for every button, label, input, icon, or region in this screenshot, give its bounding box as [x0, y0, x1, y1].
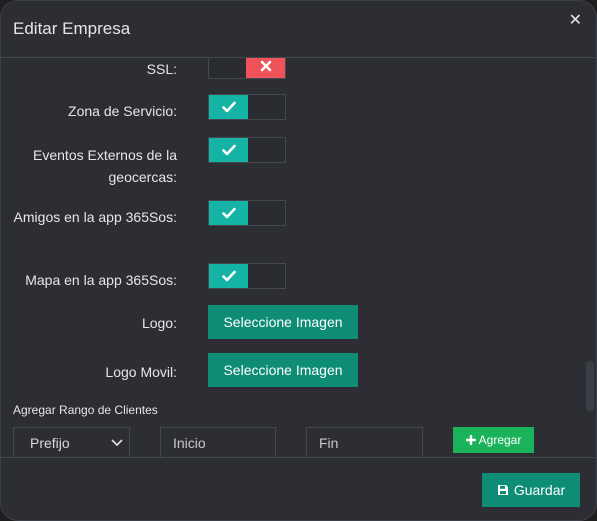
- modal-body: SSL: Zona de Servicio: Eventos Externos …: [1, 58, 584, 457]
- eventos-externos-toggle[interactable]: [208, 137, 286, 163]
- logo-label: Logo:: [141, 315, 177, 331]
- mapa-app-label: Mapa en la app 365Sos:: [25, 272, 177, 288]
- amigos-app-toggle[interactable]: [208, 200, 286, 226]
- select-logo-button[interactable]: Seleccione Imagen: [208, 305, 358, 339]
- modal-scrollbar[interactable]: [584, 58, 596, 457]
- prefijo-value: Prefijo: [30, 435, 70, 451]
- edit-company-modal: Editar Empresa ✕ SSL: Zona de Servicio: …: [0, 0, 597, 521]
- modal-footer: Guardar: [1, 457, 596, 520]
- ssl-toggle[interactable]: [208, 58, 286, 79]
- check-icon: [209, 138, 248, 162]
- add-range-label: Agregar: [478, 433, 522, 447]
- eventos-externos-label: Eventos Externos de la geocercas:: [33, 147, 177, 185]
- modal-header: Editar Empresa ✕: [1, 1, 596, 58]
- modal-title: Editar Empresa: [13, 19, 131, 38]
- add-range-button[interactable]: Agregar: [453, 427, 534, 453]
- ssl-label: SSL:: [146, 61, 177, 77]
- logo-movil-label: Logo Movil:: [105, 364, 177, 380]
- inicio-input[interactable]: Inicio: [160, 427, 276, 457]
- check-icon: [209, 95, 248, 119]
- save-button-label: Guardar: [513, 482, 566, 498]
- check-icon: [209, 201, 248, 225]
- save-button[interactable]: Guardar: [482, 473, 580, 507]
- prefijo-select[interactable]: Prefijo: [13, 427, 130, 457]
- mapa-app-toggle[interactable]: [208, 263, 286, 289]
- check-icon: [209, 264, 248, 288]
- select-logo-movil-button[interactable]: Seleccione Imagen: [208, 353, 358, 387]
- fin-input[interactable]: Fin: [306, 427, 423, 457]
- scrollbar-thumb[interactable]: [586, 361, 594, 411]
- chevron-down-icon: [111, 439, 123, 447]
- amigos-app-label: Amigos en la app 365Sos:: [13, 209, 177, 225]
- x-icon: [246, 58, 285, 78]
- floppy-disk-icon: [497, 484, 509, 496]
- close-icon[interactable]: ✕: [569, 13, 582, 29]
- range-section-title: Agregar Rango de Clientes: [13, 403, 158, 417]
- zona-servicio-label: Zona de Servicio:: [68, 103, 177, 119]
- zona-servicio-toggle[interactable]: [208, 94, 286, 120]
- plus-icon: [465, 435, 476, 445]
